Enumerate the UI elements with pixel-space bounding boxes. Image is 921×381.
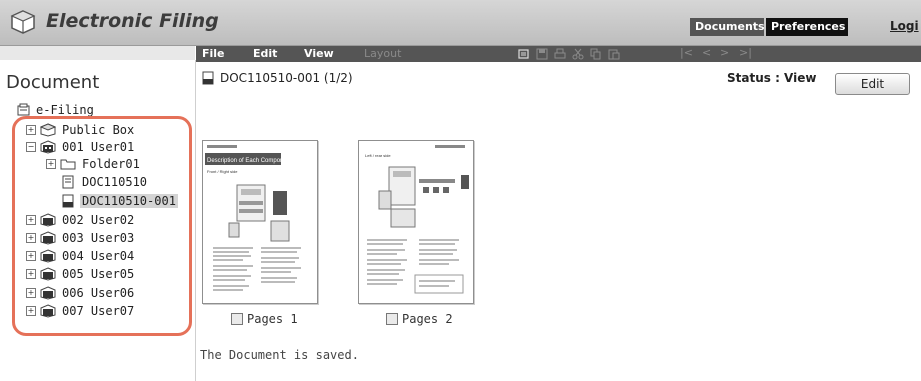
tree-item-label: 005 User05 [62,266,135,281]
expand-icon[interactable]: + [26,232,36,243]
save-icon[interactable] [536,48,548,60]
print-icon[interactable] [554,48,566,60]
expand-icon[interactable]: + [26,124,36,135]
page-preview-1: Description of Each Component Front / Ri… [205,145,301,291]
page-1-heading: Description of Each Component [207,158,292,164]
expand-icon[interactable]: + [26,250,36,261]
box-icon [40,122,56,137]
page-1-label: Pages 1 [247,312,298,326]
page-1-caption[interactable]: Pages 1 [231,312,298,326]
tree-item-user01[interactable]: − 001 User01 [26,138,136,155]
tree-item-user03[interactable]: + 003 User03 [26,229,136,246]
user-box-icon [40,248,56,263]
expand-icon[interactable]: + [46,158,56,169]
tree-item-doc110510[interactable]: DOC110510 [60,173,149,190]
tree-item-label: DOC110510-001 [80,193,178,208]
tree-item-user04[interactable]: + 004 User04 [26,247,136,264]
user-box-icon [40,230,56,245]
expand-icon[interactable]: + [26,287,36,298]
tree-item-user06[interactable]: + 006 User06 [26,284,136,301]
tree-item-label: 003 User03 [62,230,135,245]
expand-icon[interactable]: + [26,214,36,225]
document-title: DOC110510-001 (1/2) [220,71,353,85]
tree-item-label: Public Box [62,122,135,137]
page-1-subheading: Front / Right side [207,169,238,174]
page-thumbnail-1[interactable]: Description of Each Component Front / Ri… [202,140,318,304]
user-box-icon [40,139,56,154]
tree-item-folder01[interactable]: + Folder01 [46,155,142,172]
page-2-subheading: Left / rear side [365,153,391,158]
login-link[interactable]: Logi [890,19,919,33]
menubar: File Edit View Layout |< < > >| [196,46,921,62]
user-box-icon [40,212,56,227]
page-2-label: Pages 2 [402,312,453,326]
collapse-icon[interactable]: − [26,141,36,152]
page-thumbnail-2[interactable]: Left / rear side [358,140,474,304]
tab-documents[interactable]: Documents [690,18,765,36]
tree-item-user02[interactable]: + 002 User02 [26,211,136,228]
document-icon [202,71,214,85]
cut-icon[interactable] [572,48,584,60]
page-2-caption[interactable]: Pages 2 [386,312,453,326]
tree-item-doc110510-001[interactable]: DOC110510-001 [60,192,178,209]
app-header: Electronic Filing Documents Preferences … [0,0,921,46]
tree-item-label: 006 User06 [62,285,135,300]
tree-item-label: 004 User04 [62,248,135,263]
tree-root-label: e-Filing [36,103,94,117]
app-title: Electronic Filing [46,10,219,32]
user-box-icon [40,285,56,300]
user-box-icon [40,266,56,281]
edit-button[interactable]: Edit [835,73,910,95]
document-icon [62,194,74,207]
tree-item-label: 001 User01 [62,139,135,154]
sidebar-top-stripe [0,46,195,60]
page-preview-2: Left / rear side [365,145,469,294]
menu-view[interactable]: View [304,47,334,60]
document-icon [62,175,74,188]
menu-edit[interactable]: Edit [253,47,277,60]
tree-item-user07[interactable]: + 007 User07 [26,302,136,319]
tree-item-user05[interactable]: + 005 User05 [26,265,136,282]
menu-layout[interactable]: Layout [364,47,401,60]
tree-item-label: Folder01 [82,156,140,171]
tree-item-label: 002 User02 [62,212,135,227]
last-page-icon[interactable]: >| [739,46,752,59]
expand-icon[interactable]: + [26,268,36,279]
status-message: The Document is saved. [200,348,359,362]
filing-box-logo-icon [10,10,36,34]
tree-root-efiling[interactable]: e-Filing [16,103,94,117]
folder-icon [60,159,76,169]
page-2-checkbox[interactable] [386,313,398,325]
first-page-icon[interactable]: |< [680,46,693,59]
document-header: DOC110510-001 (1/2) [200,71,353,85]
status-text: Status : View [727,71,817,85]
efiling-root-icon [17,103,30,116]
sidebar-title: Document [6,72,100,93]
tree-item-public-box[interactable]: + Public Box [26,121,136,138]
properties-icon[interactable] [518,48,530,60]
header-tabs: Documents Preferences [690,18,848,36]
user-box-icon [40,303,56,318]
copy-icon[interactable] [590,48,602,60]
next-page-icon[interactable]: > [720,46,729,59]
expand-icon[interactable]: + [26,305,36,316]
page-1-checkbox[interactable] [231,313,243,325]
tree-item-label: 007 User07 [62,303,135,318]
menu-file[interactable]: File [202,47,225,60]
paste-icon[interactable] [608,48,620,60]
tree-item-label: DOC110510 [82,174,148,189]
tab-preferences[interactable]: Preferences [766,18,848,36]
prev-page-icon[interactable]: < [702,46,711,59]
